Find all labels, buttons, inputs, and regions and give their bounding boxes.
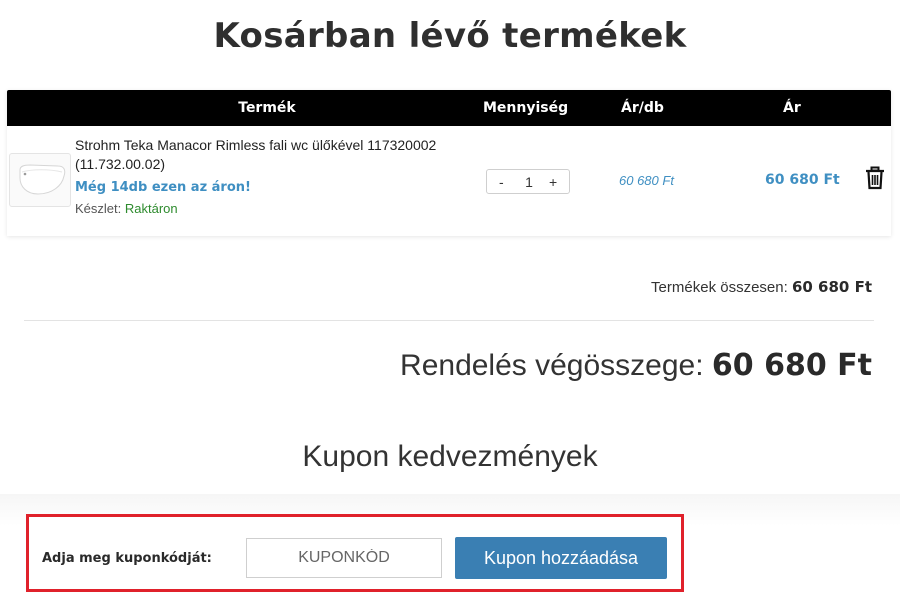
grand-total-value: 60 680 Ft	[711, 348, 872, 383]
coupon-section-title: Kupon kedvezmények	[302, 440, 598, 473]
line-price: 60 680 Ft	[765, 172, 840, 188]
availability: Készlet: Raktáron	[75, 201, 178, 216]
column-header-unit-price: Ár/db	[621, 100, 664, 116]
product-thumbnail[interactable]	[9, 153, 71, 207]
cart-item-row: Strohm Teka Manacor Rimless fali wc ülők…	[7, 126, 891, 236]
price-stock-note: Még 14db ezen az áron!	[75, 180, 251, 195]
order-grand-total: Rendelés végösszege: 60 680 Ft	[400, 348, 872, 383]
cart-table-header: Termék Mennyiség Ár/db Ár	[7, 90, 891, 126]
trash-icon[interactable]	[865, 166, 885, 190]
wall-toilet-image	[19, 164, 66, 195]
availability-value: Raktáron	[124, 201, 178, 216]
divider	[24, 320, 874, 321]
unit-price: 60 680 Ft	[619, 173, 674, 188]
quantity-decrease-button[interactable]: -	[499, 174, 504, 190]
quantity-increase-button[interactable]: +	[549, 174, 557, 190]
availability-label: Készlet:	[75, 201, 122, 216]
coupon-form: Adja meg kuponkódját: Kupon hozzáadása	[26, 514, 684, 592]
add-coupon-button[interactable]: Kupon hozzáadása	[455, 537, 667, 579]
coupon-label: Adja meg kuponkódját:	[42, 551, 212, 566]
column-header-quantity: Mennyiség	[483, 100, 569, 116]
quantity-value[interactable]: 1	[521, 174, 537, 190]
products-subtotal: Termékek összesen: 60 680 Ft	[651, 278, 872, 296]
column-header-product: Termék	[238, 100, 296, 116]
subtotal-value: 60 680 Ft	[791, 278, 872, 296]
column-header-price: Ár	[783, 100, 801, 116]
cart-table: Termék Mennyiség Ár/db Ár Strohm Teka Ma…	[7, 90, 891, 236]
coupon-code-input[interactable]	[246, 538, 442, 578]
page-title: Kosárban lévő termékek	[213, 16, 687, 56]
grand-total-label: Rendelés végösszege:	[400, 349, 704, 382]
quantity-stepper: - 1 +	[486, 169, 570, 194]
subtotal-label: Termékek összesen:	[651, 279, 788, 296]
product-name[interactable]: Strohm Teka Manacor Rimless fali wc ülők…	[75, 136, 475, 174]
